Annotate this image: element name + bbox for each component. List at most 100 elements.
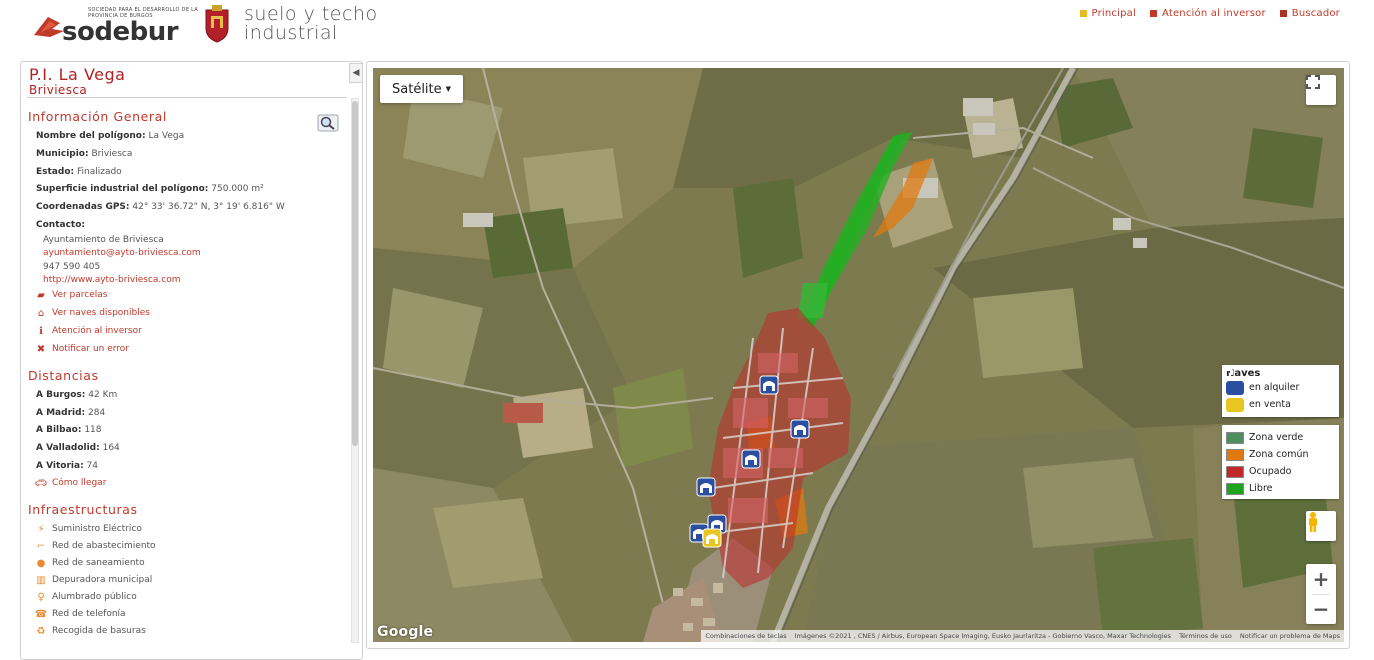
info-label: Nombre del polígono: (36, 131, 146, 141)
info-label: Municipio: (36, 149, 89, 159)
nav-label: Principal (1091, 8, 1136, 19)
swatch-libre (1226, 482, 1244, 495)
nav-atencion-inversor[interactable]: Atención al inversor (1149, 8, 1266, 19)
nav-label: Buscador (1291, 8, 1340, 19)
nav-principal[interactable]: Principal (1079, 8, 1136, 19)
report-error-link[interactable]: ✖ Notificar un error (36, 343, 129, 355)
info-value: Finalizado (76, 167, 122, 177)
distance-row: A Madrid: 284 (36, 408, 106, 418)
legend-title: Naves (1226, 368, 1261, 379)
legend-row: en alquiler (1223, 367, 1335, 396)
infra-item: ⌐ Red de abastecimiento (36, 540, 156, 552)
contact-label: Contacto: (36, 220, 85, 230)
nav-buscador[interactable]: Buscador (1279, 8, 1340, 19)
info-label: Estado: (36, 167, 75, 177)
map-type-button[interactable]: Satélite ▼ (380, 75, 464, 103)
top-navigation: Principal Atención al inversor Buscador (1079, 8, 1340, 19)
nav-bullet-icon (1149, 10, 1157, 17)
info-label: Superficie industrial del polígono: (36, 184, 209, 194)
distance-row: A Burgos: 42 Km (36, 390, 118, 400)
nav-bullet-icon (1279, 10, 1287, 17)
zoom-in-button[interactable]: + (1306, 564, 1336, 594)
contact-email-link[interactable]: ayuntamiento@ayto-briviesca.com (43, 248, 201, 258)
legend-zones: Zona verde Zona común Ocupado Libre (1222, 425, 1339, 499)
section-heading-infrastructure: Infraestructuras (28, 502, 138, 517)
infra-item: ♻ Recogida de basuras (36, 625, 146, 637)
estate-title: P.I. La Vega (29, 65, 126, 84)
info-row-name: Nombre del polígono: La Vega (36, 131, 184, 141)
sidebar-scrollbar[interactable] (351, 98, 359, 643)
view-parcels-link[interactable]: ▰ Ver parcelas (36, 289, 107, 301)
logo-mark-icon (34, 17, 64, 37)
recycle-icon: ♻ (36, 625, 46, 637)
zoom-out-button[interactable]: − (1306, 594, 1336, 624)
legend-row: Libre (1226, 480, 1335, 497)
contact-phone: 947 590 405 (43, 262, 101, 272)
report-problem-link[interactable]: Notificar un problema de Maps (1240, 632, 1340, 640)
lightbulb-icon: ♀ (37, 591, 45, 603)
scrollbar-thumb[interactable] (352, 101, 358, 446)
logo-wordmark: sodebur (62, 17, 179, 47)
info-value: 42° 33' 36.72" N, 3° 19' 6.816" W (132, 202, 285, 212)
collapse-sidebar-button[interactable]: ◀ (349, 63, 363, 83)
info-icon: ℹ (39, 325, 43, 337)
google-logo[interactable]: Google (377, 624, 433, 640)
info-value: 750.000 m² (211, 184, 264, 194)
info-value: Briviesca (91, 149, 133, 159)
drop-icon: ● (36, 557, 46, 569)
nav-bullet-icon (1079, 10, 1087, 17)
sale-pin-icon (1223, 367, 1244, 412)
pegman-icon (1309, 512, 1317, 532)
electricity-icon: ⚡︎ (37, 523, 45, 535)
section-heading-general: Información General (28, 109, 167, 124)
infra-item: ♀ Alumbrado público (37, 591, 137, 603)
infra-item: ⚡︎ Suministro Eléctrico (37, 523, 142, 535)
contact-web-link[interactable]: http://www.ayto-briviesca.com (43, 275, 181, 285)
how-to-get-link[interactable]: 🚗︎ Cómo llegar (35, 478, 107, 489)
view-warehouses-link[interactable]: ⌂ Ver naves disponibles (36, 307, 150, 319)
warehouse-rent-marker[interactable] (696, 477, 716, 499)
app-title-line2: industrial (244, 22, 338, 44)
warehouse-icon: ⌂ (37, 307, 45, 319)
divider (27, 97, 347, 98)
estate-municipality: Briviesca (29, 83, 88, 97)
warehouse-rent-marker[interactable] (759, 375, 779, 397)
street-view-pegman-button[interactable] (1306, 511, 1336, 541)
swatch-zona-verde (1226, 431, 1244, 444)
caret-down-icon: ▼ (445, 85, 452, 93)
infra-item: ☎ Red de telefonía (34, 608, 126, 620)
info-row-gps: Coordenadas GPS: 42° 33' 36.72" N, 3° 19… (36, 202, 285, 212)
keyboard-shortcuts-link[interactable]: Combinaciones de teclas (705, 632, 786, 640)
site-header: Sociedad para el desarrollo de la provin… (0, 0, 1374, 55)
provincial-crest-icon (205, 5, 229, 43)
treatment-plant-icon: ▥ (36, 574, 46, 586)
info-row-superficie: Superficie industrial del polígono: 750.… (36, 184, 264, 194)
legend-naves: Naves en alquiler en venta (1222, 365, 1339, 417)
chevron-left-icon: ◀ (352, 68, 360, 78)
section-heading-distances: Distancias (28, 368, 99, 383)
warehouse-rent-marker[interactable] (741, 449, 761, 471)
distance-row: A Vitoria: 74 (36, 461, 98, 471)
swatch-zona-comun (1226, 448, 1244, 461)
distance-row: A Bilbao: 118 (36, 425, 102, 435)
sodebur-logo[interactable]: Sociedad para el desarrollo de la provin… (30, 5, 198, 47)
magnifier-icon[interactable] (317, 114, 339, 132)
parcel-icon: ▰ (37, 289, 45, 301)
warehouse-sale-marker[interactable] (702, 528, 722, 550)
distance-row: A Valladolid: 164 (36, 443, 120, 453)
fullscreen-icon (1306, 75, 1320, 89)
infra-item: ● Red de saneamiento (36, 557, 145, 569)
app-title: suelo y techo industrial (244, 5, 378, 43)
close-icon: ✖ (36, 343, 46, 355)
legend-row: Zona común (1226, 446, 1335, 463)
fullscreen-button[interactable] (1306, 75, 1336, 105)
investor-attention-link[interactable]: ℹ Atención al inversor (36, 325, 142, 337)
map-attribution: Combinaciones de teclas Imágenes ©2021 ,… (701, 630, 1344, 642)
rent-pin-icon (1223, 367, 1244, 395)
legend-row: Zona verde (1226, 429, 1335, 446)
warehouse-rent-marker[interactable] (790, 419, 810, 441)
info-row-estado: Estado: Finalizado (36, 167, 122, 177)
satellite-map[interactable]: Satélite ▼ Naves en alquiler en venta Zon… (373, 68, 1344, 642)
terms-link[interactable]: Términos de uso (1179, 632, 1232, 640)
swatch-ocupado (1226, 465, 1244, 478)
